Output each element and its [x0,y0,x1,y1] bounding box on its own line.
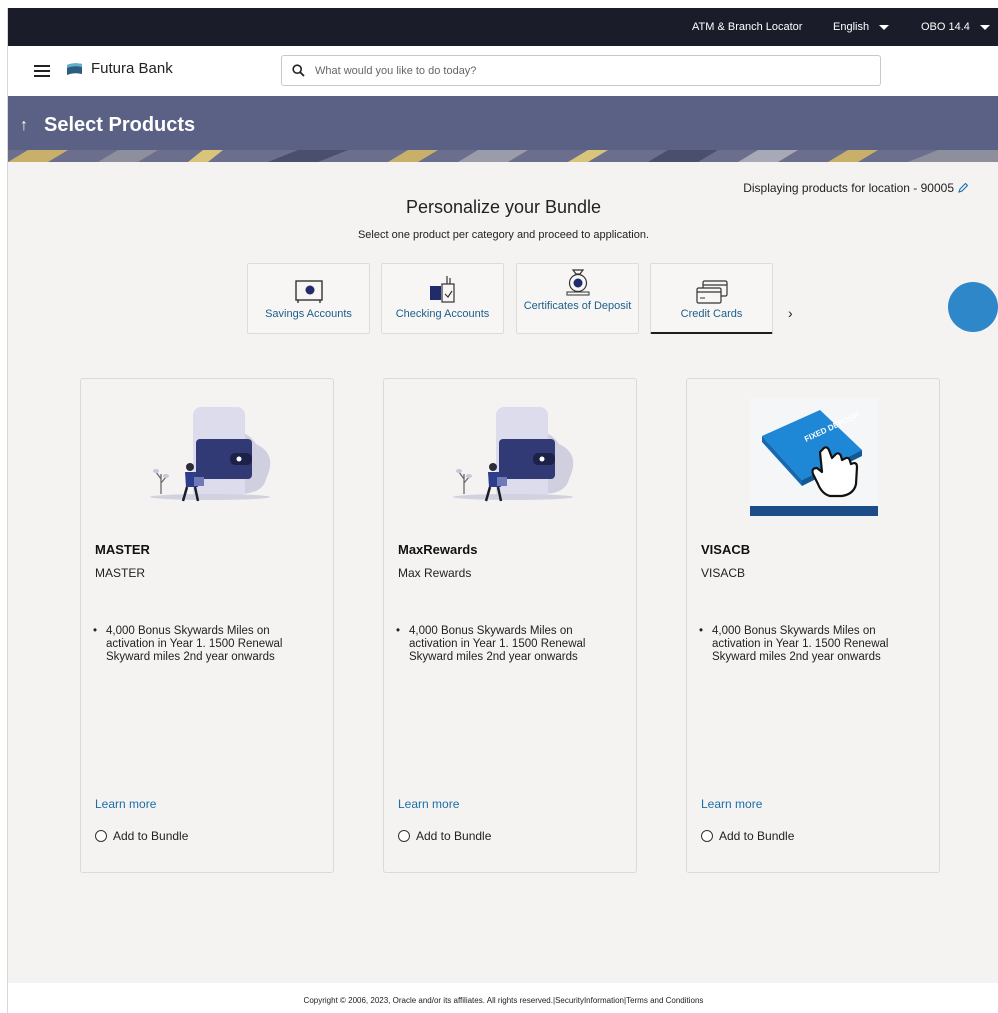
tab-certificates-of-deposit[interactable]: Certificates of Deposit [516,263,639,334]
search-icon [292,64,305,77]
version-dropdown[interactable]: OBO 14.4 [921,21,990,33]
security-information-link[interactable]: SecurityInformation [555,996,624,1005]
tab-label: Certificates of Deposit [523,300,632,312]
product-description: MASTER [95,566,146,580]
hamburger-menu-icon[interactable] [34,65,50,77]
product-name: MASTER [95,542,150,557]
add-to-bundle-radio[interactable]: Add to Bundle [95,829,188,843]
top-utility-bar: ATM & Branch Locator English OBO 14.4 [8,8,998,46]
brand-name: Futura Bank [91,60,173,77]
product-description: VISACB [701,566,746,580]
add-to-bundle-radio[interactable]: Add to Bundle [398,829,491,843]
product-card: MaxRewards Max Rewards • 4,000 Bonus Sky… [383,378,637,873]
terms-link[interactable]: Terms and Conditions [626,996,703,1005]
tab-checking-accounts[interactable]: Checking Accounts [381,263,504,334]
product-description: Max Rewards [398,566,472,580]
chevron-down-icon [979,24,990,30]
fixed-deposit-button-icon: FIXED DEPOSIT [750,398,878,516]
page-banner: ↑ Select Products [8,96,998,162]
atm-branch-locator-link[interactable]: ATM & Branch Locator [692,21,802,33]
chevron-down-icon [879,24,890,30]
add-to-bundle-label: Add to Bundle [416,829,492,843]
add-to-bundle-label: Add to Bundle [719,829,795,843]
app-frame: ATM & Branch Locator English OBO 14.4 Fu… [7,8,998,1013]
checkbook-icon [429,276,455,303]
learn-more-link[interactable]: Learn more [95,797,156,811]
tab-label: Savings Accounts [265,308,352,320]
credit-card-icon [695,280,728,304]
tab-credit-cards[interactable]: Credit Cards [650,263,773,334]
banner-title: Select Products [44,114,196,136]
page-heading: Personalize your Bundle [405,197,602,217]
product-feature: • 4,000 Bonus Skywards Miles on activati… [93,625,318,664]
tab-label: Credit Cards [680,308,743,320]
app-header: Futura Bank [8,46,998,96]
product-name: MaxRewards [398,542,478,557]
chevron-right-icon[interactable]: › [788,305,793,321]
copyright-text: Copyright © 2006, 2023, Oracle and/or it… [303,996,553,1005]
page-footer: Copyright © 2006, 2023, Oracle and/or it… [8,983,998,1013]
wallet-illustration [384,399,638,519]
search-bar[interactable] [281,55,881,86]
feature-text: 4,000 Bonus Skywards Miles on activation… [712,625,889,663]
banner-decoration [8,150,998,162]
page-subheading: Select one product per category and proc… [357,229,650,241]
radio-button[interactable] [398,830,410,842]
product-feature: • 4,000 Bonus Skywards Miles on activati… [699,625,924,664]
atm-branch-locator-label: ATM & Branch Locator [692,21,803,33]
feature-text: 4,000 Bonus Skywards Miles on activation… [106,625,283,663]
back-arrow-icon[interactable]: ↑ [20,117,28,135]
learn-more-link[interactable]: Learn more [701,797,762,811]
floating-action-button[interactable] [948,282,998,332]
language-label: English [833,21,870,33]
wallet-icon [453,407,574,502]
radio-button[interactable] [701,830,713,842]
bullet-icon: • [699,625,704,637]
safe-icon [294,280,323,303]
tab-savings-accounts[interactable]: Savings Accounts [247,263,370,334]
edit-pencil-icon[interactable] [958,183,968,193]
feature-text: 4,000 Bonus Skywards Miles on activation… [409,625,586,663]
brand-logo[interactable]: Futura Bank [66,60,173,77]
product-feature: • 4,000 Bonus Skywards Miles on activati… [396,625,621,664]
product-card: MASTER MASTER • 4,000 Bonus Skywards Mil… [80,378,334,873]
product-card: FIXED DEPOSIT VISACB VISACB • 4,000 Bonu… [686,378,940,873]
add-to-bundle-radio[interactable]: Add to Bundle [701,829,794,843]
wallet-icon [150,407,271,502]
money-bag-icon [566,269,589,296]
bullet-icon: • [396,625,401,637]
page-title-bar: ↑ Select Products [20,114,195,137]
tab-label: Checking Accounts [395,308,490,320]
version-label: OBO 14.4 [921,21,970,33]
wallet-illustration [81,399,335,519]
location-text: Displaying products for location - 90005 [743,181,954,195]
add-to-bundle-label: Add to Bundle [113,829,189,843]
bank-logo-icon [67,62,82,75]
learn-more-link[interactable]: Learn more [398,797,459,811]
bullet-icon: • [93,625,98,637]
language-dropdown[interactable]: English [833,21,890,33]
radio-button[interactable] [95,830,107,842]
location-indicator: Displaying products for location - 90005 [743,181,968,195]
search-input[interactable] [315,64,855,77]
product-name: VISACB [701,542,751,557]
fixed-deposit-image: FIXED DEPOSIT [687,398,941,518]
